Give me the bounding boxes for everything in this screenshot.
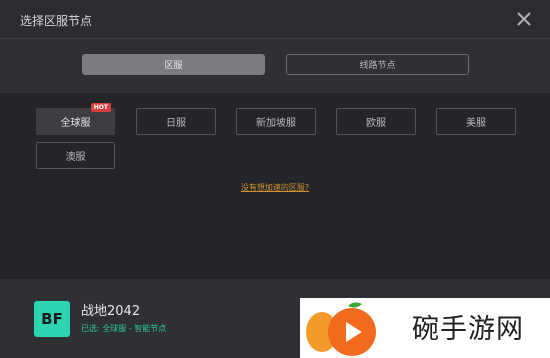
orange-logo-icon: [306, 302, 376, 356]
region-label: 欧服: [366, 118, 386, 129]
close-icon[interactable]: [514, 9, 534, 29]
selected-node-status: 已选: 全球服 - 智能节点: [81, 324, 167, 333]
dialog-title: 选择区服节点: [20, 14, 93, 28]
region-us[interactable]: 美服: [436, 108, 516, 135]
hot-badge: HOT: [90, 103, 111, 112]
region-australia[interactable]: 澳服: [36, 142, 115, 169]
tab-route-node[interactable]: 线路节点: [286, 54, 469, 75]
game-name: 战地2042: [81, 304, 141, 319]
tab-region[interactable]: 区服: [82, 54, 265, 75]
region-label: 澳服: [65, 152, 86, 163]
region-label: 日服: [166, 118, 186, 129]
region-singapore[interactable]: 新加坡服: [236, 108, 316, 135]
region-label: 美服: [466, 118, 486, 129]
region-panel: 全球服 HOT 日服 新加坡服 欧服 美服 澳服 没有想加速的区服?: [0, 93, 550, 279]
game-logo-text: BF: [41, 310, 63, 328]
tab-bar: 区服 线路节点: [0, 39, 550, 93]
region-label: 全球服: [60, 118, 91, 129]
watermark: 碗手游网: [300, 298, 550, 358]
region-label: 新加坡服: [256, 118, 296, 129]
region-japan[interactable]: 日服: [136, 108, 216, 135]
missing-region-link[interactable]: 没有想加速的区服?: [0, 182, 550, 193]
watermark-text: 碗手游网: [412, 314, 524, 345]
dialog-header: 选择区服节点: [0, 0, 550, 39]
region-europe[interactable]: 欧服: [336, 108, 416, 135]
game-logo: BF: [34, 301, 70, 337]
region-global[interactable]: 全球服 HOT: [36, 103, 115, 135]
